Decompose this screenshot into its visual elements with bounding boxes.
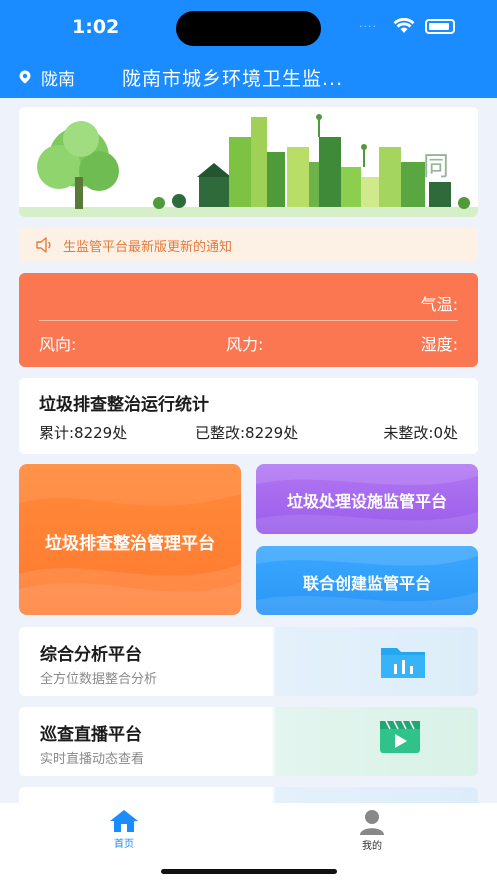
status-bar: 1:02 ···· xyxy=(0,0,497,56)
stats-rectified: 已整改:8229处 xyxy=(195,424,299,442)
list-item-title: 综合分析平台 xyxy=(40,645,142,665)
home-icon xyxy=(110,810,138,832)
green-city-illustration: 同 xyxy=(19,107,478,217)
speaker-icon xyxy=(36,237,51,253)
home-indicator xyxy=(161,869,337,874)
list-item-subtitle: 全方位数据整合分析 xyxy=(40,672,158,687)
weather-card: 气温: 风向: 风力: 湿度: xyxy=(19,273,478,367)
wifi-icon xyxy=(393,18,415,33)
tab-mine[interactable]: 我的 xyxy=(342,809,402,852)
stats-unrectified: 未整改:0处 xyxy=(383,424,458,442)
live-inspection-platform-item[interactable]: 巡查直播平台 实时直播动态查看 xyxy=(19,707,478,776)
battery-icon xyxy=(425,18,455,34)
tab-home[interactable]: 首页 xyxy=(94,809,154,850)
wind-direction-label: 风向: xyxy=(39,335,77,354)
temperature-label: 气温: xyxy=(420,295,458,314)
analysis-platform-item[interactable]: 综合分析平台 全方位数据整合分析 xyxy=(19,627,478,696)
notice-text[interactable]: 生监管平台最新版更新的通知 xyxy=(63,236,232,255)
location-selector[interactable]: 陇南 xyxy=(41,65,75,90)
svg-text:同: 同 xyxy=(423,152,449,182)
location-pin-icon[interactable] xyxy=(18,70,32,84)
list-item-subtitle: 实时直播动态查看 xyxy=(40,752,145,767)
status-time: 1:02 xyxy=(72,16,120,38)
notice-bar[interactable]: 生监管平台最新版更新的通知 xyxy=(19,228,478,262)
tab-mine-label: 我的 xyxy=(362,841,382,852)
card-label: 垃圾排查整治管理平台 xyxy=(45,534,215,554)
app-header: 陇南 陇南市城乡环境卫生监... xyxy=(0,56,497,98)
card-label: 联合创建监管平台 xyxy=(302,574,431,593)
stats-title: 垃圾排查整治运行统计 xyxy=(39,395,209,415)
stats-total: 累计:8229处 xyxy=(39,424,128,442)
humidity-label: 湿度: xyxy=(420,335,458,354)
list-item-title: 巡查直播平台 xyxy=(40,725,142,745)
user-icon xyxy=(360,810,384,835)
wind-power-label: 风力: xyxy=(226,335,264,354)
stats-card: 垃圾排查整治运行统计 累计:8229处 已整改:8229处 未整改:0处 xyxy=(19,378,478,454)
joint-creation-platform-button[interactable]: 联合创建监管平台 xyxy=(256,546,478,615)
card-label: 垃圾处理设施监管平台 xyxy=(286,492,447,511)
video-play-icon xyxy=(380,720,420,753)
facility-supervision-platform-button[interactable]: 垃圾处理设施监管平台 xyxy=(256,464,478,534)
tab-home-label: 首页 xyxy=(114,839,134,850)
dynamic-island xyxy=(176,11,321,46)
page-title: 陇南市城乡环境卫生监... xyxy=(122,68,344,90)
folder-chart-icon xyxy=(381,648,425,678)
signal-dots-icon: ···· xyxy=(359,19,377,33)
banner-image[interactable]: 同 xyxy=(19,107,478,217)
weather-divider xyxy=(39,320,458,321)
status-icons: ···· xyxy=(359,18,455,34)
garbage-inspection-platform-button[interactable]: 垃圾排查整治管理平台 xyxy=(19,464,241,615)
